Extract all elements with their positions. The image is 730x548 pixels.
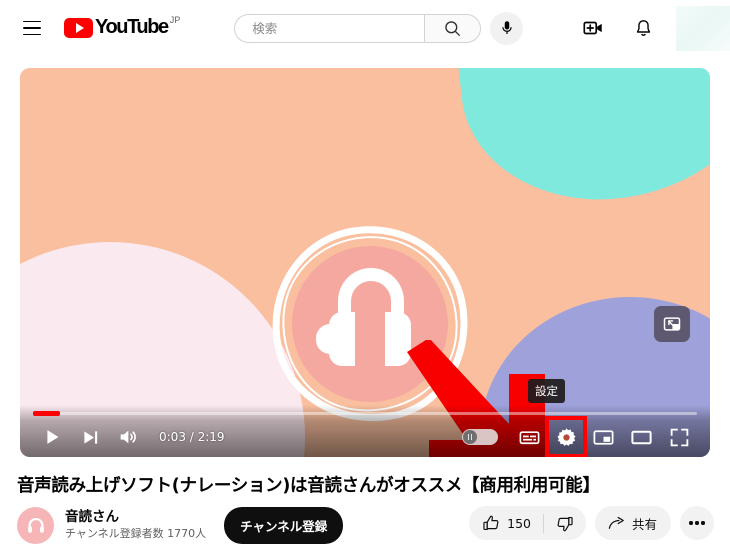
player-control-bar: 0:03 / 2:19 bbox=[20, 405, 710, 457]
theater-mode-button[interactable] bbox=[622, 418, 660, 456]
microphone-icon bbox=[502, 21, 512, 34]
video-player[interactable]: 設定 0:03 / 2:19 bbox=[20, 68, 710, 457]
miniplayer-button[interactable] bbox=[584, 418, 622, 456]
progress-bar[interactable] bbox=[33, 411, 697, 416]
more-dot bbox=[689, 521, 693, 525]
youtube-country-code: JP bbox=[169, 15, 181, 25]
share-button[interactable]: 共有 bbox=[594, 506, 671, 540]
search-bar bbox=[234, 11, 524, 45]
headphones-icon bbox=[316, 268, 424, 380]
channel-info-row: 音読さん チャンネル登録者数 1770人 チャンネル登録 bbox=[17, 503, 344, 547]
bell-icon bbox=[636, 19, 650, 36]
video-title: 音声読み上げソフト(ナレーション)は音読さんがオススメ【商用利用可能】 bbox=[17, 476, 600, 496]
settings-button[interactable] bbox=[545, 416, 587, 457]
channel-avatar[interactable] bbox=[17, 506, 54, 544]
share-label: 共有 bbox=[631, 516, 657, 532]
youtube-logo[interactable]: YouTube JP bbox=[64, 13, 180, 43]
play-icon bbox=[47, 430, 59, 444]
video-frame bbox=[20, 68, 710, 457]
youtube-wordmark: YouTube bbox=[95, 16, 169, 38]
closed-captions-icon bbox=[519, 430, 539, 444]
user-avatar[interactable] bbox=[676, 5, 730, 51]
fullscreen-icon bbox=[670, 428, 688, 446]
search-input[interactable] bbox=[250, 19, 425, 37]
hamburger-line bbox=[23, 20, 41, 23]
subscriber-count: チャンネル登録者数 1770人 bbox=[65, 527, 207, 540]
next-video-button[interactable] bbox=[71, 418, 109, 456]
notifications-button[interactable] bbox=[626, 11, 660, 45]
like-dislike-group: 150 bbox=[469, 506, 586, 540]
like-button[interactable]: 150 bbox=[469, 506, 543, 540]
subscribe-button[interactable]: チャンネル登録 bbox=[224, 506, 344, 544]
volume-button[interactable] bbox=[109, 418, 147, 456]
more-dot bbox=[701, 521, 705, 525]
autoplay-toggle-knob bbox=[463, 430, 477, 444]
magnifier-icon bbox=[445, 20, 461, 36]
thumbs-up-icon bbox=[483, 515, 499, 530]
search-box[interactable] bbox=[234, 13, 425, 43]
hamburger-line bbox=[23, 33, 41, 36]
subtitles-button[interactable] bbox=[510, 418, 548, 456]
time-display: 0:03 / 2:19 bbox=[159, 430, 225, 444]
play-button[interactable] bbox=[33, 418, 71, 456]
autoplay-toggle[interactable] bbox=[462, 429, 498, 445]
youtube-masthead: YouTube JP bbox=[0, 0, 730, 56]
search-submit-button[interactable] bbox=[424, 13, 482, 43]
artwork-brand-logo bbox=[253, 207, 487, 441]
volume-on-icon bbox=[120, 430, 136, 444]
channel-text-block: 音読さん チャンネル登録者数 1770人 bbox=[65, 509, 206, 541]
fullscreen-button[interactable] bbox=[660, 418, 698, 456]
dislike-button[interactable] bbox=[544, 506, 586, 540]
picture-in-picture-button[interactable] bbox=[654, 306, 690, 342]
thumbs-down-icon bbox=[558, 516, 574, 531]
create-video-button[interactable] bbox=[576, 11, 610, 45]
voice-search-button[interactable] bbox=[490, 11, 524, 45]
video-actions-row: 150 共有 bbox=[469, 505, 714, 541]
progress-played bbox=[33, 411, 60, 416]
settings-tooltip: 設定 bbox=[528, 379, 565, 403]
share-arrow-icon bbox=[608, 516, 624, 529]
like-count: 150 bbox=[507, 515, 531, 531]
theater-mode-icon bbox=[630, 430, 652, 444]
next-track-icon bbox=[83, 430, 97, 444]
create-video-icon bbox=[583, 21, 602, 35]
headphones-avatar-icon bbox=[27, 517, 44, 533]
hamburger-menu-icon[interactable] bbox=[12, 8, 52, 48]
header-actions bbox=[576, 0, 730, 56]
hamburger-line bbox=[23, 27, 41, 29]
youtube-play-logo-icon bbox=[64, 18, 93, 38]
picture-in-picture-icon bbox=[663, 317, 681, 331]
gear-icon bbox=[556, 427, 576, 446]
channel-name[interactable]: 音読さん bbox=[65, 509, 206, 526]
more-dot bbox=[695, 521, 699, 525]
miniplayer-icon bbox=[593, 429, 613, 445]
more-actions-button[interactable] bbox=[680, 506, 714, 540]
player-right-controls bbox=[462, 416, 698, 457]
artwork-teal-blob bbox=[447, 68, 710, 214]
